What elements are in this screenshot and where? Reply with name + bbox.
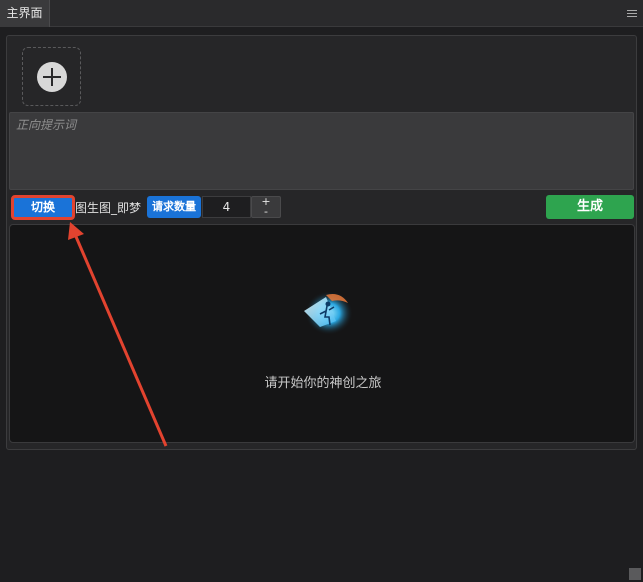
request-count-label: 请求数量 <box>147 196 201 218</box>
mode-label: 图生图_即梦 <box>75 201 142 215</box>
quantity-stepper[interactable]: + - <box>251 196 281 218</box>
empty-state-message: 请开始你的神创之旅 <box>264 376 382 391</box>
image-upload-button[interactable] <box>22 47 81 106</box>
journey-illustration-icon <box>304 291 353 335</box>
stepper-minus-button[interactable]: - <box>252 206 280 217</box>
positive-prompt-input[interactable] <box>9 112 634 190</box>
toolbar: 切换 图生图_即梦 请求数量 4 + - 生成 <box>7 195 636 221</box>
output-area: 请开始你的神创之旅 <box>9 224 635 443</box>
request-count-input[interactable]: 4 <box>202 196 251 218</box>
tab-main[interactable]: 主界面 <box>0 0 50 27</box>
panel-menu-icon[interactable] <box>627 10 637 18</box>
switch-button[interactable]: 切换 <box>11 195 75 220</box>
tab-bar: 主界面 <box>0 0 643 27</box>
generate-button[interactable]: 生成 <box>546 195 634 219</box>
main-panel: 切换 图生图_即梦 请求数量 4 + - 生成 <box>6 35 637 450</box>
resize-handle[interactable] <box>629 568 641 580</box>
add-circle-icon <box>36 61 67 92</box>
